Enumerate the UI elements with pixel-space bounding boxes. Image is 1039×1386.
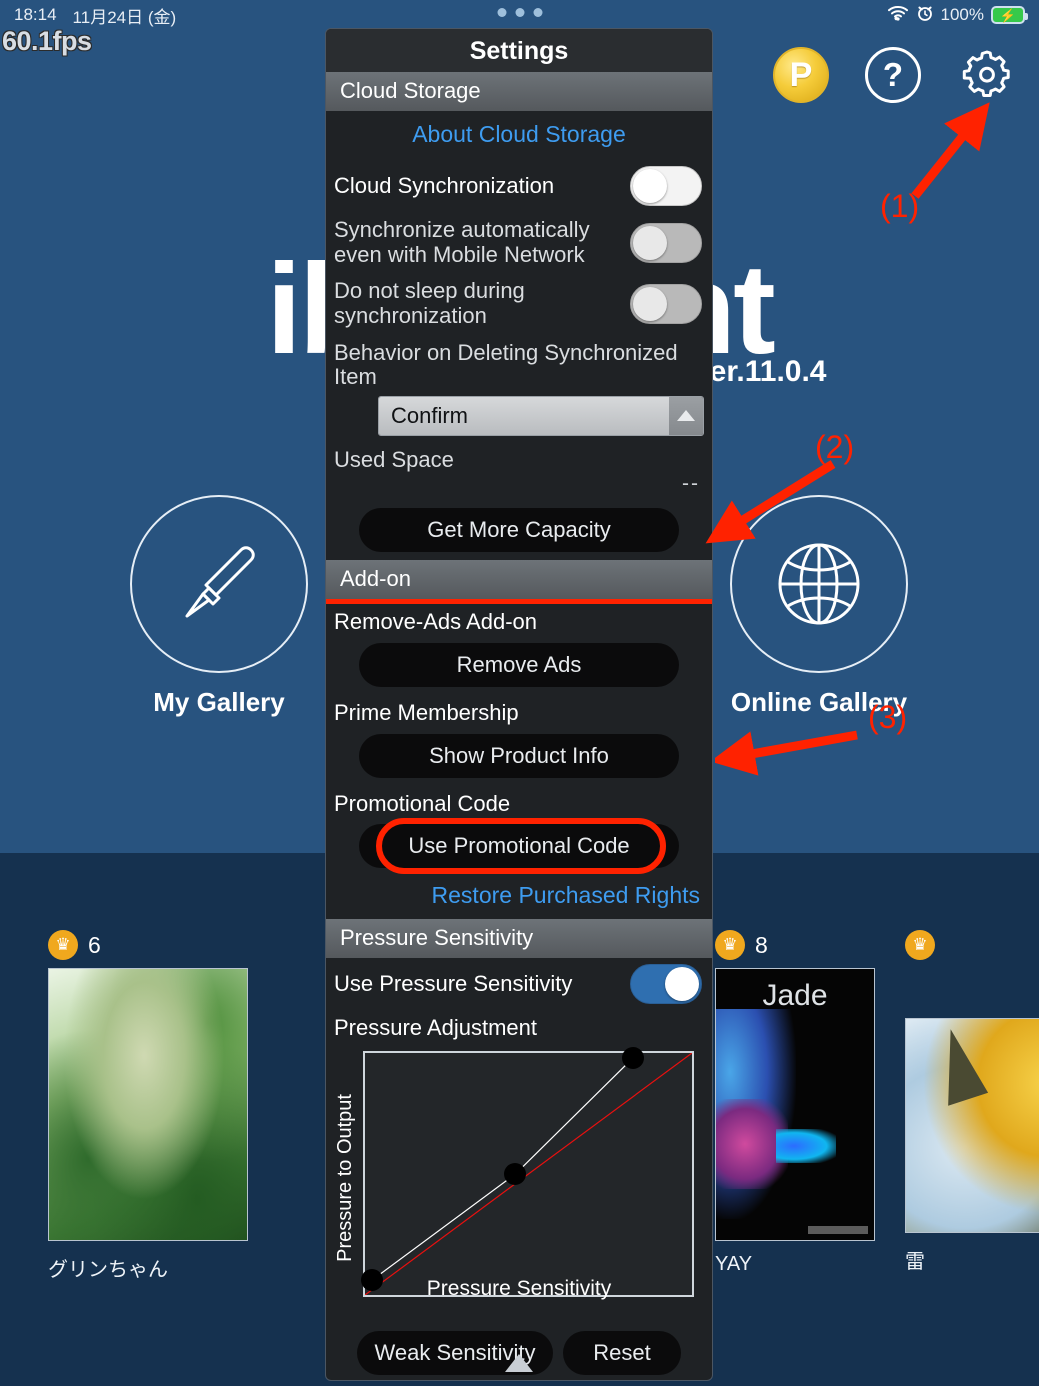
promotional-code-label: Promotional Code — [334, 790, 511, 816]
promotional-code-button-wrap: Use Promotional Code — [326, 818, 712, 875]
artwork-thumbnail[interactable] — [48, 968, 248, 1241]
rank-number: 8 — [755, 931, 768, 958]
crown-icon: ♛ — [905, 930, 935, 960]
annotation-arrow-2 — [705, 460, 836, 544]
no-sleep-label: Do not sleep during synchronization — [334, 278, 525, 328]
pressure-curve-chart[interactable]: Pressure to Output — [326, 1041, 712, 1303]
artwork-thumbnail[interactable] — [905, 1018, 1039, 1233]
get-more-capacity-button[interactable]: Get More Capacity — [359, 508, 679, 553]
rank-number: 6 — [88, 931, 101, 958]
delete-behavior-select-row[interactable]: Confirm — [326, 392, 712, 442]
row-prime-membership: Prime Membership — [326, 695, 712, 728]
section-add-on: Add-on — [326, 560, 712, 600]
annotation-arrow-3 — [715, 730, 858, 776]
annotation-label-2: (2) — [815, 429, 855, 465]
remove-ads-label: Remove-Ads Add-on — [334, 609, 537, 635]
prime-membership-label: Prime Membership — [334, 700, 519, 725]
use-pressure-label: Use Pressure Sensitivity — [334, 970, 573, 996]
chart-lines — [365, 1053, 692, 1295]
status-time: 18:14 — [14, 5, 57, 24]
chart-control-point[interactable] — [504, 1162, 527, 1185]
show-product-info-button[interactable]: Show Product Info — [359, 733, 679, 778]
row-no-sleep[interactable]: Do not sleep during synchronization — [326, 273, 712, 334]
list-item[interactable]: ♛ 雷 — [905, 930, 1039, 1274]
screen: ibisPaint ver.11.0.4 18:14 11月24日 (金) 10… — [0, 0, 1039, 1386]
used-space-value: -- — [682, 472, 700, 496]
status-bar: 18:14 11月24日 (金) 100% ⚡ — [0, 0, 1039, 30]
section-cloud-storage: Cloud Storage — [326, 72, 712, 111]
annotation-label-3: (3) — [868, 699, 908, 735]
paintbrush-icon — [130, 495, 308, 673]
artwork-caption: 雷 — [905, 1251, 925, 1273]
row-delete-behavior: Behavior on Deleting Synchronized Item — [326, 335, 712, 392]
use-pressure-toggle[interactable] — [630, 964, 702, 1005]
reset-button[interactable]: Reset — [563, 1330, 681, 1375]
list-item[interactable]: ♛ 6 グリンちゃん — [48, 930, 248, 1282]
my-gallery-shortcut[interactable]: My Gallery — [130, 495, 308, 718]
delete-behavior-value: Confirm — [379, 396, 669, 435]
help-button[interactable]: ? — [865, 47, 921, 103]
triangle-up-icon[interactable] — [505, 1354, 533, 1372]
artwork-thumbnail[interactable]: Jade — [715, 968, 875, 1241]
restore-purchased-rights-link[interactable]: Restore Purchased Rights — [326, 876, 712, 919]
chart-x-axis-label: Pressure Sensitivity — [426, 1276, 612, 1300]
crown-icon: ♛ — [48, 930, 78, 960]
pressure-adjustment-label: Pressure Adjustment — [334, 1015, 537, 1041]
list-item[interactable]: ♛ 8 Jade YAY — [715, 930, 875, 1276]
chart-control-point[interactable] — [622, 1046, 645, 1069]
app-version: ver.11.0.4 — [693, 355, 827, 388]
section-pressure-sensitivity: Pressure Sensitivity — [326, 919, 712, 959]
row-promotional-code: Promotional Code — [326, 786, 712, 819]
gear-icon[interactable] — [957, 45, 1017, 105]
fps-overlay: 60.1fps — [2, 26, 92, 56]
row-use-pressure[interactable]: Use Pressure Sensitivity — [326, 958, 712, 1010]
battery-percent: 100% — [940, 5, 984, 24]
used-space-label: Used Space — [334, 446, 454, 472]
crown-icon: ♛ — [715, 930, 745, 960]
chart-y-axis-label: Pressure to Output — [334, 1093, 356, 1262]
battery-charging-icon: ⚡ — [991, 6, 1028, 24]
cloud-sync-label: Cloud Synchronization — [334, 172, 555, 198]
pressure-buttons-row: Weak Sensitivity Reset — [326, 1325, 712, 1380]
artwork-caption: グリンちゃん — [48, 1259, 168, 1281]
settings-dialog: Settings Cloud Storage About Cloud Stora… — [325, 28, 713, 1381]
artwork-title: Jade — [762, 979, 828, 1012]
status-date: 11月24日 (金) — [72, 7, 177, 27]
row-remove-ads: Remove-Ads Add-on — [326, 604, 712, 637]
wifi-icon — [887, 5, 909, 26]
cloud-sync-toggle[interactable] — [630, 166, 702, 206]
top-icon-row: P ? — [773, 45, 1017, 105]
alarm-clock-icon — [916, 4, 934, 27]
prime-coin-button[interactable]: P — [773, 47, 829, 103]
about-cloud-storage-link[interactable]: About Cloud Storage — [326, 111, 712, 160]
row-cloud-sync[interactable]: Cloud Synchronization — [326, 160, 712, 212]
remove-ads-button[interactable]: Remove Ads — [359, 643, 679, 687]
mobile-sync-toggle[interactable] — [630, 222, 702, 263]
chevron-up-icon[interactable] — [669, 396, 703, 435]
row-mobile-sync[interactable]: Synchronize automatically even with Mobi… — [326, 212, 712, 273]
use-promotional-code-button[interactable]: Use Promotional Code — [359, 824, 679, 869]
artwork-caption: YAY — [715, 1253, 753, 1275]
chart-plot-area[interactable] — [360, 1046, 694, 1297]
row-pressure-adjustment: Pressure Adjustment — [326, 1010, 712, 1041]
delete-behavior-label: Behavior on Deleting Synchronized Item — [334, 339, 678, 390]
multitasking-handle[interactable] — [497, 8, 542, 17]
row-used-space: Used Space — [326, 442, 712, 473]
annotation-label-1: (1) — [880, 188, 920, 224]
my-gallery-label: My Gallery — [153, 687, 285, 717]
no-sleep-toggle[interactable] — [630, 283, 702, 324]
settings-title: Settings — [326, 29, 712, 72]
mobile-sync-label: Synchronize automatically even with Mobi… — [334, 217, 590, 267]
delete-behavior-select[interactable]: Confirm — [378, 395, 704, 436]
